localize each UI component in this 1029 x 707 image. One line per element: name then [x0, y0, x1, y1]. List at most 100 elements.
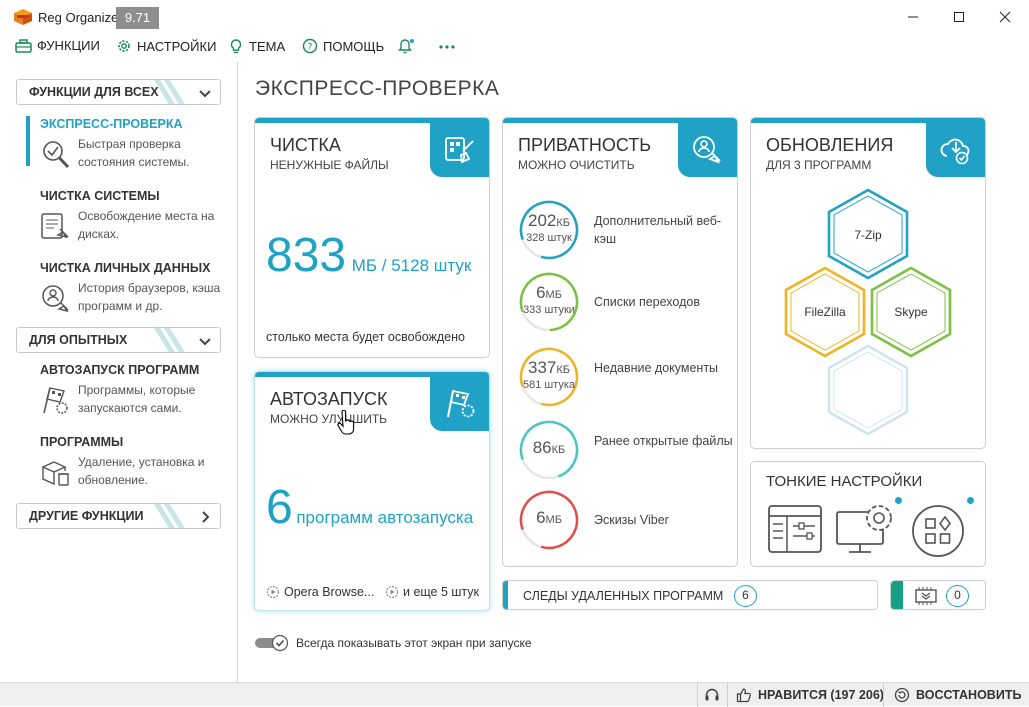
gear-icon: [118, 40, 130, 52]
main-content: ЭКСПРЕСС-ПРОВЕРКА ЧИСТКА НЕНУЖНЫЕ ФАЙЛЫ …: [240, 62, 1029, 682]
restore-label: ВОССТАНОВИТЬ: [916, 688, 1022, 702]
privacy-label: Ранее открытые файлы: [594, 434, 733, 448]
new-indicator-dot: [967, 497, 974, 504]
menu-settings[interactable]: НАСТРОЙКИ: [116, 38, 216, 54]
privacy-item[interactable]: 202КБ 328 штук Дополнительный веб-кэш: [517, 198, 737, 262]
autorun-card[interactable]: АВТОЗАПУСК МОЖНО УЛУЧШИТЬ 6 программ авт…: [254, 371, 490, 611]
sidebar-item-desc: Удаление, установка и обновление.: [78, 455, 205, 487]
autorun-gear-icon: [385, 585, 399, 599]
card-corner: [430, 377, 489, 431]
autorun-app-1[interactable]: Opera Browse...: [266, 585, 374, 599]
autorun-value-group: 6 программ автозапуска: [266, 480, 473, 535]
privacy-size-value: 86: [532, 438, 552, 457]
card-corner: [678, 123, 737, 177]
cleanup-size-value: 833: [266, 229, 347, 282]
like-button[interactable]: НРАВИТСЯ (197 206): [736, 683, 884, 707]
card-subtitle: МОЖНО ОЧИСТИТЬ: [518, 158, 635, 172]
minimize-button[interactable]: [890, 0, 936, 34]
chip-accent: [891, 581, 903, 609]
chevron-down-icon: [199, 90, 211, 98]
sidebar-item-desc: Программы, которые запускаются сами.: [78, 383, 196, 415]
card-subtitle: МОЖНО УЛУЧШИТЬ: [270, 412, 388, 426]
privacy-label: Дополнительный веб-кэш: [594, 214, 722, 246]
page-title: ЭКСПРЕСС-ПРОВЕРКА: [255, 77, 500, 100]
removed-program-traces-button[interactable]: СЛЕДЫ УДАЛЕННЫХ ПРОГРАММ 6: [502, 580, 878, 610]
cleanup-value-group: 833 МБ / 5128 штук: [266, 228, 471, 283]
privacy-size: 6МБ: [517, 283, 581, 303]
restore-button[interactable]: ВОССТАНОВИТЬ: [894, 683, 1021, 707]
lightbulb-icon: [230, 39, 242, 54]
chevron-down-icon: [199, 338, 211, 346]
section-functions-for-all[interactable]: ФУНКЦИИ ДЛЯ ВСЕХ: [16, 79, 221, 105]
disk-cleanup-icon: [41, 213, 69, 239]
privacy-size-unit: МБ: [545, 289, 562, 301]
section-label: ДЛЯ ОПЫТНЫХ: [29, 333, 128, 347]
privacy-item[interactable]: 6МБ 333 штуки Списки переходов: [517, 270, 737, 334]
privacy-size-value: 6: [536, 283, 546, 302]
privacy-brush-icon: [692, 136, 721, 164]
title-bar: Reg Organizer 9.71: [0, 0, 1029, 34]
sidebar-item-express-check[interactable]: ЭКСПРЕСС-ПРОВЕРКА Быстрая проверка состо…: [40, 117, 230, 169]
menu-theme[interactable]: ТЕМА: [228, 38, 285, 54]
autorun-more-apps[interactable]: и еще 5 штук: [385, 585, 479, 599]
close-icon: [999, 11, 1011, 23]
sidebar-item-title: АВТОЗАПУСК ПРОГРАММ: [40, 363, 200, 377]
sidebar-item-privacy-cleanup[interactable]: ЧИСТКА ЛИЧНЫХ ДАННЫХ История браузеров, …: [40, 261, 230, 313]
privacy-count: 333 штуки: [523, 304, 575, 316]
section-for-experienced[interactable]: ДЛЯ ОПЫТНЫХ: [16, 327, 221, 353]
sidebar-item-programs[interactable]: ПРОГРАММЫ Удаление, установка и обновлен…: [40, 435, 230, 487]
new-indicator-dot: [895, 497, 902, 504]
sidebar-item-title: ПРОГРАММЫ: [40, 435, 124, 449]
headset-icon: [705, 688, 719, 701]
privacy-item[interactable]: 6МБ Эскизы Viber: [517, 488, 737, 552]
likes-label: НРАВИТСЯ (197 206): [758, 688, 884, 702]
active-indicator: [26, 116, 30, 166]
chevron-right-icon: [202, 511, 210, 523]
close-button[interactable]: [982, 0, 1028, 34]
computer-gear-icon[interactable]: [835, 502, 897, 556]
toggle-switch-icon[interactable]: [254, 634, 290, 652]
autorun-app-name: Opera Browse...: [284, 585, 375, 599]
sidebar-item-autorun[interactable]: АВТОЗАПУСК ПРОГРАММ Программы, которые з…: [40, 363, 230, 415]
hex-label-skype: Skype: [894, 305, 928, 319]
card-corner: [926, 123, 985, 177]
support-button[interactable]: [704, 683, 720, 707]
privacy-item[interactable]: 337КБ 581 штука Недавние документы: [517, 345, 737, 409]
fine-tuning-card[interactable]: ТОНКИЕ НАСТРОЙКИ: [750, 461, 986, 567]
privacy-count: 328 штук: [526, 232, 572, 244]
menu-help[interactable]: ? ПОМОЩЬ: [302, 38, 384, 54]
reg-organizer-logo-icon: [14, 9, 32, 25]
memory-optimization-button[interactable]: 0: [890, 580, 986, 610]
maximize-button[interactable]: [936, 0, 982, 34]
privacy-size: 337КБ: [517, 358, 581, 378]
settings-panel-icon[interactable]: [767, 504, 823, 556]
privacy-size-unit: КБ: [556, 364, 570, 376]
card-subtitle: НЕНУЖНЫЕ ФАЙЛЫ: [270, 158, 389, 172]
sidebar-item-title: ЧИСТКА СИСТЕМЫ: [40, 189, 160, 203]
sidebar-item-system-cleanup[interactable]: ЧИСТКА СИСТЕМЫ Освобождение места на дис…: [40, 189, 230, 241]
privacy-card[interactable]: ПРИВАТНОСТЬ МОЖНО ОЧИСТИТЬ 202КБ 328 штук…: [502, 117, 738, 567]
divider: [883, 683, 884, 707]
privacy-item[interactable]: 86КБ Ранее открытые файлы: [517, 418, 737, 482]
cleanup-brush-icon: [444, 137, 474, 164]
menu-bar: ФУНКЦИИ НАСТРОЙКИ ТЕМА ? ПОМОЩЬ: [0, 34, 1029, 58]
cleanup-card[interactable]: ЧИСТКА НЕНУЖНЫЕ ФАЙЛЫ 833 МБ / 5128 штук…: [254, 117, 490, 358]
restore-icon: [894, 687, 910, 703]
section-other-functions[interactable]: ДРУГИЕ ФУНКЦИИ: [16, 503, 221, 529]
autorun-count-unit: программ автозапуска: [296, 508, 474, 527]
show-on-startup-toggle[interactable]: Всегда показывать этот экран при запуске: [254, 634, 532, 652]
menu-functions[interactable]: ФУНКЦИИ: [15, 38, 100, 53]
divider: [727, 683, 728, 707]
hand-cursor-icon: [337, 410, 355, 435]
privacy-size: 6МБ: [517, 508, 581, 528]
hex-empty: [827, 344, 909, 436]
autorun-count-value: 6: [266, 481, 293, 534]
apps-grid-icon[interactable]: [911, 504, 965, 558]
more-menu-button[interactable]: [438, 38, 456, 54]
app-title: Reg Organizer: [38, 10, 123, 25]
autorun-flag-icon: [43, 387, 68, 414]
stripes-decoration: [154, 80, 185, 104]
notifications-button[interactable]: [398, 38, 416, 54]
updates-card[interactable]: ОБНОВЛЕНИЯ ДЛЯ 3 ПРОГРАММ 7-Zip FileZill…: [750, 117, 986, 449]
divider: [697, 683, 698, 707]
